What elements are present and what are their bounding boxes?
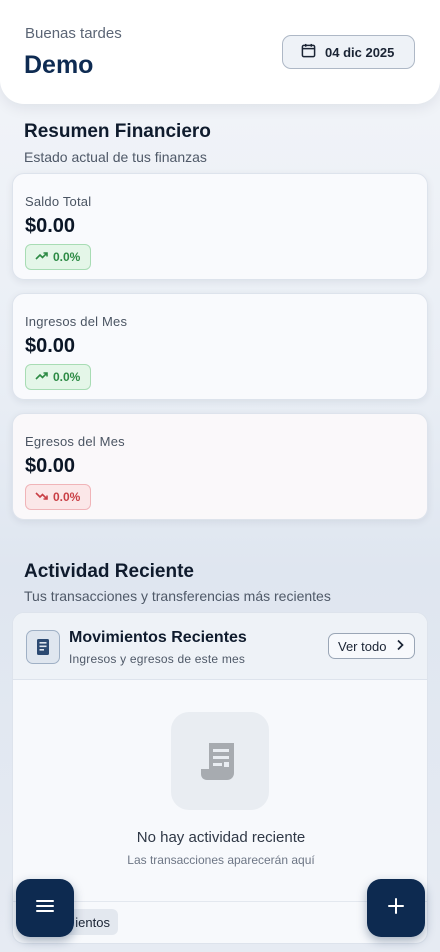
- summary-title: Resumen Financiero: [24, 121, 211, 142]
- calendar-icon: [301, 43, 316, 61]
- card-value: $0.00: [25, 335, 76, 357]
- change-value: 0.0%: [53, 490, 81, 504]
- panel-subtitle: Ingresos y egresos de este mes: [69, 652, 246, 666]
- activity-title: Actividad Reciente: [24, 561, 194, 582]
- plus-icon: [387, 897, 405, 920]
- receipt-icon: [26, 630, 60, 664]
- menu-button[interactable]: [16, 879, 74, 937]
- expenses-card[interactable]: Egresos del Mes $0.00 0.0%: [12, 413, 428, 520]
- date-button[interactable]: 04 dic 2025: [282, 35, 415, 69]
- change-value: 0.0%: [53, 250, 81, 264]
- trending-down-icon: [35, 490, 48, 504]
- income-card[interactable]: Ingresos del Mes $0.00 0.0%: [12, 293, 428, 400]
- chevron-right-icon: [396, 639, 405, 654]
- card-label: Ingresos del Mes: [25, 314, 128, 329]
- card-label: Saldo Total: [25, 194, 92, 209]
- header: Buenas tardes Demo 04 dic 2025: [0, 0, 440, 104]
- panel-title: Movimientos Recientes: [69, 629, 247, 646]
- menu-icon: [35, 898, 55, 919]
- see-all-label: Ver todo: [338, 638, 387, 654]
- change-badge: 0.0%: [25, 484, 91, 510]
- card-label: Egresos del Mes: [25, 434, 125, 449]
- card-value: $0.00: [25, 455, 76, 477]
- empty-state-subtitle: Las transacciones aparecerán aquí: [127, 853, 315, 867]
- change-value: 0.0%: [53, 370, 81, 384]
- recent-movements-panel: Movimientos Recientes Ingresos y egresos…: [12, 612, 428, 944]
- change-badge: 0.0%: [25, 244, 91, 270]
- divider: [13, 901, 427, 902]
- card-value: $0.00: [25, 215, 76, 237]
- trending-up-icon: [35, 370, 48, 384]
- date-label: 04 dic 2025: [325, 44, 395, 60]
- username: Demo: [24, 51, 94, 79]
- panel-header: Movimientos Recientes Ingresos y egresos…: [13, 613, 427, 680]
- see-all-button[interactable]: Ver todo: [328, 633, 415, 659]
- summary-subtitle: Estado actual de tus finanzas: [24, 149, 207, 165]
- empty-receipt-icon: [171, 712, 269, 810]
- empty-state-title: No hay actividad reciente: [136, 829, 306, 846]
- add-button[interactable]: [367, 879, 425, 937]
- change-badge: 0.0%: [25, 364, 91, 390]
- balance-card[interactable]: Saldo Total $0.00 0.0%: [12, 173, 428, 280]
- greeting-text: Buenas tardes: [25, 25, 122, 42]
- trending-up-icon: [35, 250, 48, 264]
- activity-subtitle: Tus transacciones y transferencias más r…: [24, 588, 331, 604]
